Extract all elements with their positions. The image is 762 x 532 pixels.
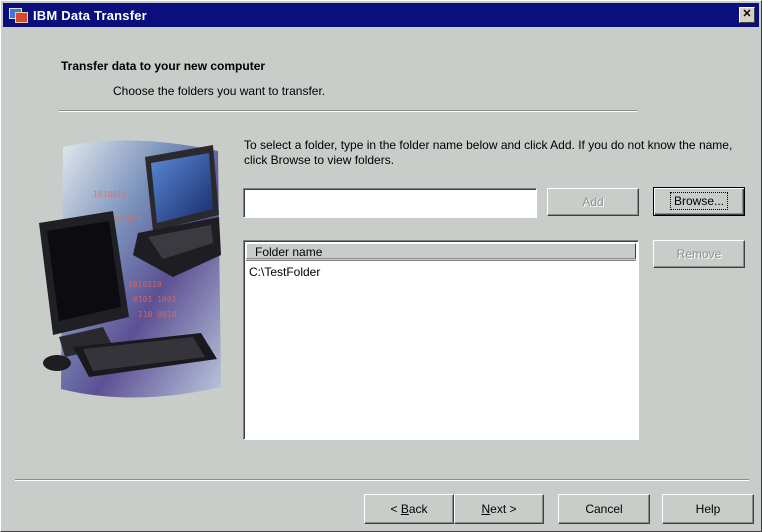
svg-text:1010110: 1010110 bbox=[128, 280, 162, 289]
next-button-accel: N bbox=[481, 502, 491, 516]
svg-text:1010010: 1010010 bbox=[93, 190, 127, 199]
folder-name-input[interactable] bbox=[243, 188, 537, 218]
column-header-folder-name[interactable]: Folder name bbox=[246, 243, 636, 259]
svg-text:110 0010: 110 0010 bbox=[138, 310, 177, 319]
app-icon bbox=[9, 7, 28, 23]
browse-button[interactable]: Browse... bbox=[653, 187, 745, 216]
instructions-text: To select a folder, type in the folder n… bbox=[244, 138, 733, 167]
help-button[interactable]: Help bbox=[662, 494, 754, 524]
ibm-data-transfer-dialog: IBM Data Transfer ✕ Transfer data to you… bbox=[0, 0, 762, 532]
page-subtitle: Choose the folders you want to transfer. bbox=[113, 84, 326, 98]
page-title: Transfer data to your new computer bbox=[61, 59, 266, 73]
back-button[interactable]: < Back bbox=[364, 494, 454, 524]
back-button-prefix: < bbox=[390, 502, 401, 516]
footer-divider bbox=[15, 479, 749, 481]
back-button-rest: ack bbox=[408, 502, 428, 516]
back-button-accel: B bbox=[400, 502, 409, 516]
add-button[interactable]: Add bbox=[547, 188, 639, 216]
title-bar[interactable]: IBM Data Transfer ✕ bbox=[3, 3, 759, 27]
cancel-button[interactable]: Cancel bbox=[558, 494, 650, 524]
svg-text:0101 1001: 0101 1001 bbox=[133, 295, 177, 304]
header-divider bbox=[59, 110, 637, 112]
next-button-rest: ext > bbox=[490, 502, 517, 516]
computers-illustration: 1010010 01101001 1010110 0101 1001 110 0… bbox=[39, 140, 221, 398]
browse-button-label: Browse... bbox=[669, 192, 728, 210]
remove-button[interactable]: Remove bbox=[653, 240, 745, 268]
window-title: IBM Data Transfer bbox=[33, 7, 147, 23]
list-item[interactable]: C:\TestFolder bbox=[249, 265, 320, 279]
next-button[interactable]: Next > bbox=[454, 494, 544, 524]
close-icon[interactable]: ✕ bbox=[739, 7, 755, 23]
folder-list[interactable]: Folder name C:\TestFolder bbox=[243, 240, 639, 440]
list-header: Folder name bbox=[246, 243, 636, 261]
